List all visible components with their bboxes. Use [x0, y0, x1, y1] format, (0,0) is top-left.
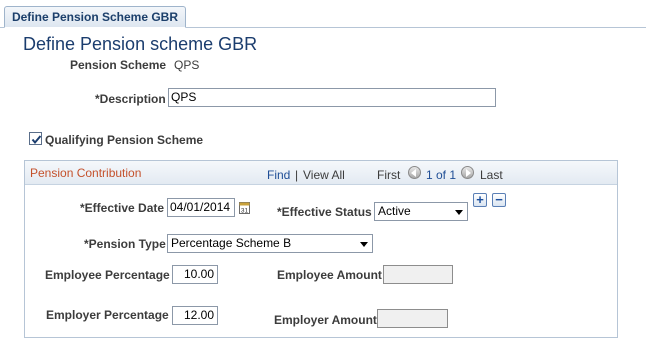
page-title: Define Pension scheme GBR — [23, 34, 258, 54]
employee-amount-field — [383, 265, 453, 284]
pension-type-label: *Pension Type — [84, 237, 166, 251]
prev-arrow-icon[interactable] — [408, 166, 421, 179]
last-label: Last — [480, 168, 503, 182]
employer-amount-field — [377, 309, 448, 328]
employee-percentage-input[interactable]: 10.00 — [172, 265, 218, 284]
effective-date-label: *Effective Date — [80, 201, 165, 215]
chevron-down-icon — [360, 242, 368, 247]
employee-percentage-label: Employee Percentage — [45, 268, 170, 282]
checkmark-icon — [31, 135, 42, 145]
group-title: Pension Contribution — [30, 166, 142, 180]
description-input[interactable]: QPS — [168, 88, 496, 107]
add-row-button[interactable]: + — [473, 193, 487, 207]
nav-separator: | — [295, 168, 299, 182]
pension-type-select[interactable]: Percentage Scheme B — [167, 234, 373, 253]
first-label: First — [377, 168, 401, 182]
effective-status-value: Active — [378, 204, 411, 218]
effective-status-label: *Effective Status — [277, 205, 372, 219]
pension-scheme-value: QPS — [174, 58, 200, 72]
view-all-link[interactable]: View All — [303, 168, 345, 182]
description-label: *Description — [95, 92, 166, 106]
calendar-icon[interactable]: 31 — [239, 201, 250, 215]
tab-define-pension-scheme[interactable]: Define Pension Scheme GBR — [4, 6, 186, 28]
chevron-down-icon — [455, 210, 463, 215]
qualifying-label: Qualifying Pension Scheme — [45, 133, 204, 147]
svg-text:31: 31 — [241, 208, 249, 215]
employer-percentage-input[interactable]: 12.00 — [172, 306, 218, 325]
pension-type-value: Percentage Scheme B — [171, 236, 292, 250]
effective-status-select[interactable]: Active — [374, 202, 468, 221]
pension-scheme-label: Pension Scheme — [70, 58, 167, 72]
find-link[interactable]: Find — [267, 168, 290, 182]
qualifying-checkbox[interactable] — [29, 132, 42, 145]
next-arrow-icon[interactable] — [461, 166, 474, 179]
effective-date-input[interactable]: 04/01/2014 — [167, 198, 235, 217]
delete-row-button[interactable]: − — [492, 193, 506, 207]
employer-amount-label: Employer Amount — [274, 313, 377, 327]
employer-percentage-label: Employer Percentage — [46, 308, 169, 322]
employee-amount-label: Employee Amount — [277, 268, 382, 282]
row-range: 1 of 1 — [426, 168, 457, 182]
